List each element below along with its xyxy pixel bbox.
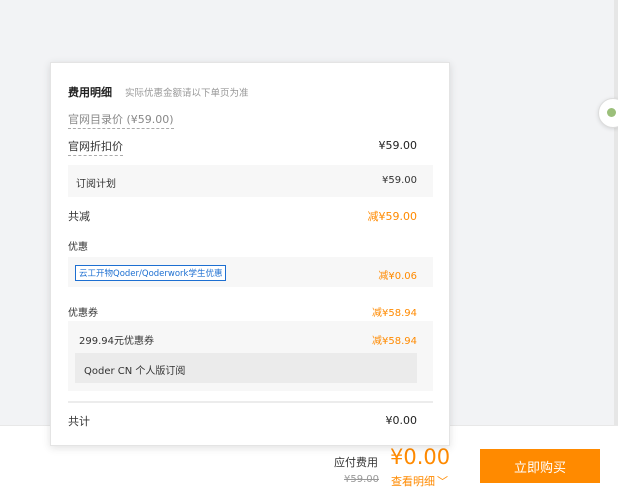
view-detail-label: 查看明细 (391, 475, 435, 488)
discount-price-value: ¥59.00 (378, 139, 418, 152)
sum-value: ¥0.00 (385, 414, 418, 427)
page-scrollbar[interactable] (614, 0, 618, 425)
sum-label: 共计 (68, 415, 90, 428)
list-price[interactable]: 官网目录价 (¥59.00) (68, 111, 174, 129)
payable-amount: ¥0.00 (390, 445, 451, 469)
coupon-heading: 优惠券 (68, 308, 98, 319)
assistant-avatar-icon[interactable] (598, 98, 618, 128)
buy-now-button[interactable]: 立即购买 (480, 449, 600, 483)
panel-title: 费用明细 (68, 86, 112, 99)
chevron-down-icon: ﹀ (437, 475, 448, 488)
subscription-label: 订阅计划 (76, 179, 116, 190)
coupon-heading-value: 减¥58.94 (372, 308, 417, 319)
coupon-value: 减¥58.94 (372, 336, 417, 347)
subscription-row (68, 165, 433, 197)
promo-heading: 优惠 (68, 242, 88, 253)
cost-detail-panel: 费用明细 实际优惠金额请以下单页为准 官网目录价 (¥59.00) 官网折扣价 … (50, 62, 450, 446)
promo-value: 减¥0.06 (378, 271, 417, 282)
discount-price-label[interactable]: 官网折扣价 (68, 138, 123, 156)
coupon-product: Qoder CN 个人版订阅 (84, 366, 186, 377)
coupon-name: 299.94元优惠券 (79, 336, 154, 347)
view-detail-link[interactable]: 查看明细 ﹀ (391, 473, 448, 489)
subscription-value: ¥59.00 (382, 175, 417, 186)
divider (68, 401, 433, 403)
total-reduction-label: 共减 (68, 210, 90, 223)
panel-subtitle: 实际优惠金额请以下单页为准 (125, 88, 249, 99)
total-reduction-value: 减¥59.00 (367, 210, 418, 223)
payable-label: 应付费用 (334, 456, 378, 469)
assistant-avatar-dot (607, 108, 616, 117)
original-price: ¥59.00 (344, 474, 379, 485)
promo-tag: 云工开物Qoder/Qoderwork学生优惠 (75, 265, 227, 281)
